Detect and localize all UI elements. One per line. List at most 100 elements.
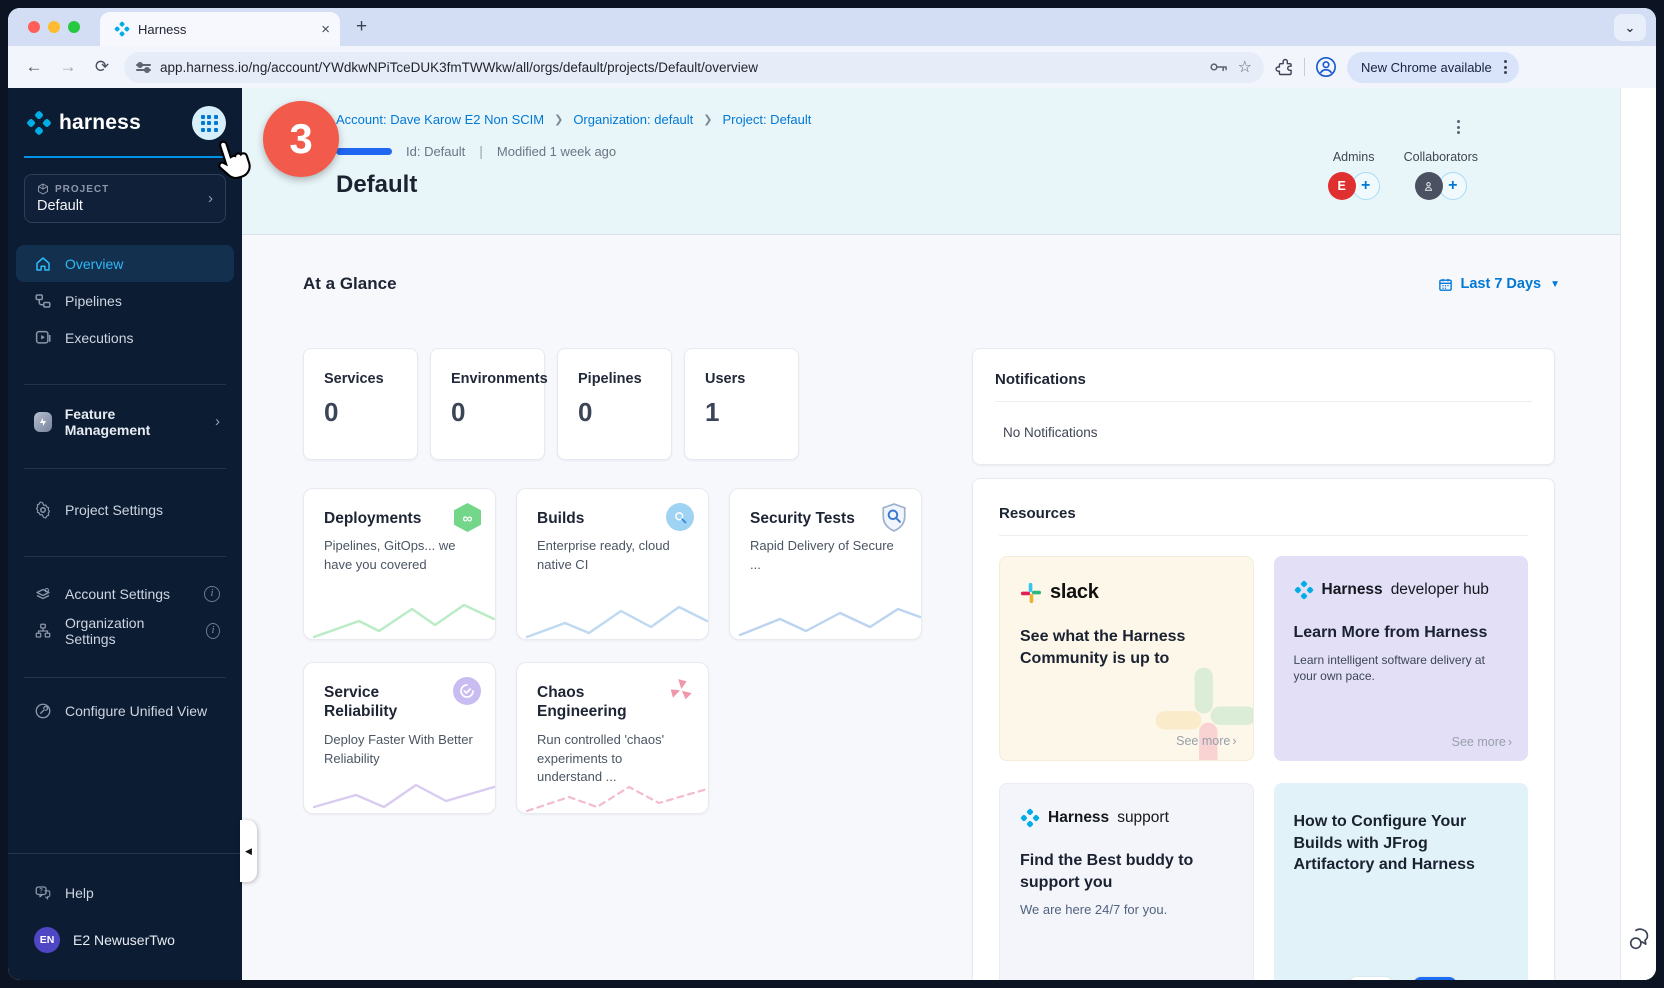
- main-content: Account: Dave Karow E2 Non SCIM ❯ Organi…: [242, 88, 1620, 980]
- info-icon[interactable]: i: [204, 586, 220, 602]
- add-admin-button[interactable]: +: [1352, 172, 1380, 200]
- collaborator-avatar[interactable]: [1415, 172, 1443, 200]
- sidebar-item-configure-unified-view[interactable]: Configure Unified View: [16, 692, 234, 729]
- brand-name: harness: [59, 111, 141, 135]
- breadcrumb-account-link[interactable]: Account: Dave Karow E2 Non SCIM: [336, 112, 544, 127]
- resources-title: Resources: [999, 505, 1528, 522]
- resource-card-jfrog[interactable]: How to Configure Your Builds with JFrog …: [1274, 783, 1529, 980]
- see-more-link[interactable]: See more›: [1176, 734, 1236, 748]
- resource-card-support[interactable]: Harness support Find the Best buddy to s…: [999, 783, 1254, 980]
- stat-card-users[interactable]: Users 1: [684, 348, 799, 460]
- stat-value: 0: [451, 397, 544, 428]
- back-icon[interactable]: ←: [22, 57, 46, 77]
- chat-bubbles-icon[interactable]: [1627, 926, 1653, 952]
- reload-icon[interactable]: ⟳: [90, 57, 114, 77]
- module-card-chaos-engineering[interactable]: Chaos Engineering Run controlled 'chaos'…: [516, 662, 709, 814]
- module-grid-button[interactable]: [192, 106, 226, 140]
- url-bar[interactable]: app.harness.io/ng/account/YWdkwNPiTceDUK…: [124, 52, 1264, 83]
- browser-window: Harness × + ⌄ ← → ⟳ app.harness.io/ng/ac…: [8, 8, 1656, 980]
- profile-icon[interactable]: [1315, 56, 1337, 78]
- sidebar-item-overview[interactable]: Overview: [16, 245, 234, 282]
- close-window-button[interactable]: [28, 21, 40, 33]
- notifications-panel: Notifications No Notifications: [972, 348, 1555, 465]
- add-collaborator-button[interactable]: +: [1439, 172, 1467, 200]
- chaos-engineering-icon: [668, 677, 694, 708]
- user-avatar: EN: [34, 927, 60, 953]
- tab-strip: Harness × + ⌄: [8, 8, 1656, 46]
- brand-bold: Harness: [1322, 581, 1383, 599]
- svg-text:?: ?: [39, 888, 43, 894]
- maximize-window-button[interactable]: [68, 21, 80, 33]
- resource-card-developer-hub[interactable]: Harness developer hub Learn More from Ha…: [1274, 556, 1529, 761]
- brand-bold: Harness: [1048, 809, 1109, 827]
- sidebar-item-pipelines[interactable]: Pipelines: [16, 282, 234, 319]
- security-tests-icon: [881, 503, 907, 537]
- resources-panel: Resources slack See what the Harness Com: [972, 478, 1555, 980]
- sidebar-accent-line: [24, 156, 226, 158]
- url-text[interactable]: app.harness.io/ng/account/YWdkwNPiTceDUK…: [160, 60, 1200, 75]
- window-controls[interactable]: [28, 21, 80, 33]
- sidebar-item-account-settings[interactable]: Account Settings i: [16, 575, 234, 612]
- password-key-icon[interactable]: [1209, 61, 1229, 73]
- jfrog-headline: How to Configure Your Builds with JFrog …: [1294, 811, 1509, 876]
- modified-timestamp: Modified 1 week ago: [497, 144, 616, 159]
- bookmark-star-icon[interactable]: ☆: [1238, 57, 1252, 77]
- sidebar-item-executions[interactable]: Executions: [16, 319, 234, 356]
- deployments-squiggle: [304, 587, 495, 639]
- builds-squiggle: [517, 587, 708, 639]
- resource-card-slack[interactable]: slack See what the Harness Community is …: [999, 556, 1254, 761]
- project-selector[interactable]: PROJECT Default ›: [24, 174, 226, 223]
- sidebar-collapse-handle[interactable]: ◀: [240, 820, 257, 882]
- see-more-link[interactable]: See more›: [1452, 735, 1512, 749]
- slack-logo-icon: [1020, 582, 1042, 604]
- sidebar-item-user-profile[interactable]: EN E2 NewuserTwo: [16, 921, 234, 958]
- organization-settings-icon: [34, 622, 52, 640]
- gear-icon: [34, 501, 52, 519]
- sidebar-item-project-settings[interactable]: Project Settings: [16, 491, 234, 528]
- new-chrome-available-button[interactable]: New Chrome available: [1347, 52, 1519, 83]
- date-range-picker[interactable]: Last 7 Days ▼: [1438, 276, 1560, 292]
- stat-card-services[interactable]: Services 0: [303, 348, 418, 460]
- brand-rest: support: [1117, 809, 1169, 827]
- site-settings-icon[interactable]: [136, 64, 151, 71]
- collaborators-group: Collaborators +: [1404, 150, 1478, 200]
- harness-logo[interactable]: harness: [26, 110, 192, 136]
- nav-label: Project Settings: [65, 502, 163, 518]
- new-chrome-label: New Chrome available: [1361, 60, 1492, 75]
- notifications-title: Notifications: [995, 371, 1532, 388]
- project-name: Default: [37, 198, 208, 214]
- minimize-window-button[interactable]: [48, 21, 60, 33]
- tab-close-icon[interactable]: ×: [321, 21, 330, 38]
- project-id: Id: Default: [406, 144, 465, 159]
- module-card-security-tests[interactable]: Security Tests Rapid Delivery of Secure …: [729, 488, 922, 640]
- stat-card-pipelines[interactable]: Pipelines 0: [557, 348, 672, 460]
- info-icon[interactable]: i: [206, 623, 220, 639]
- module-card-deployments[interactable]: Deployments Pipelines, GitOps... we have…: [303, 488, 496, 640]
- sidebar-item-organization-settings[interactable]: Organization Settings i: [16, 612, 234, 649]
- home-icon: [34, 255, 52, 273]
- sidebar-item-help[interactable]: ? Help: [16, 874, 234, 911]
- harness-logo-icon: [26, 110, 52, 136]
- browser-tab[interactable]: Harness ×: [100, 12, 340, 46]
- account-settings-icon: [34, 585, 52, 603]
- chrome-menu-kebab-icon[interactable]: [1502, 58, 1509, 76]
- stats-row: Services 0 Environments 0 Pipelines 0: [303, 348, 923, 460]
- extensions-puzzle-icon[interactable]: [1274, 57, 1294, 77]
- module-title: Deployments: [324, 509, 444, 528]
- stat-label: Services: [324, 371, 417, 387]
- sidebar-item-feature-management[interactable]: Feature Management ›: [16, 403, 234, 440]
- divider: [999, 535, 1528, 536]
- stat-card-environments[interactable]: Environments 0: [430, 348, 545, 460]
- module-card-service-reliability[interactable]: Service Reliability Deploy Faster With B…: [303, 662, 496, 814]
- project-menu-kebab-icon[interactable]: [1455, 118, 1462, 136]
- tab-search-button[interactable]: ⌄: [1614, 14, 1646, 41]
- breadcrumb-organization-link[interactable]: Organization: default: [573, 112, 693, 127]
- module-title: Service Reliability: [324, 683, 444, 722]
- admin-avatar[interactable]: E: [1328, 172, 1356, 200]
- nav-label: Pipelines: [65, 293, 122, 309]
- breadcrumb-project-link[interactable]: Project: Default: [723, 112, 812, 127]
- new-tab-button[interactable]: +: [356, 16, 367, 38]
- forward-icon[interactable]: →: [56, 57, 80, 77]
- module-title: Chaos Engineering: [537, 683, 657, 722]
- module-card-builds[interactable]: Builds Enterprise ready, cloud native CI: [516, 488, 709, 640]
